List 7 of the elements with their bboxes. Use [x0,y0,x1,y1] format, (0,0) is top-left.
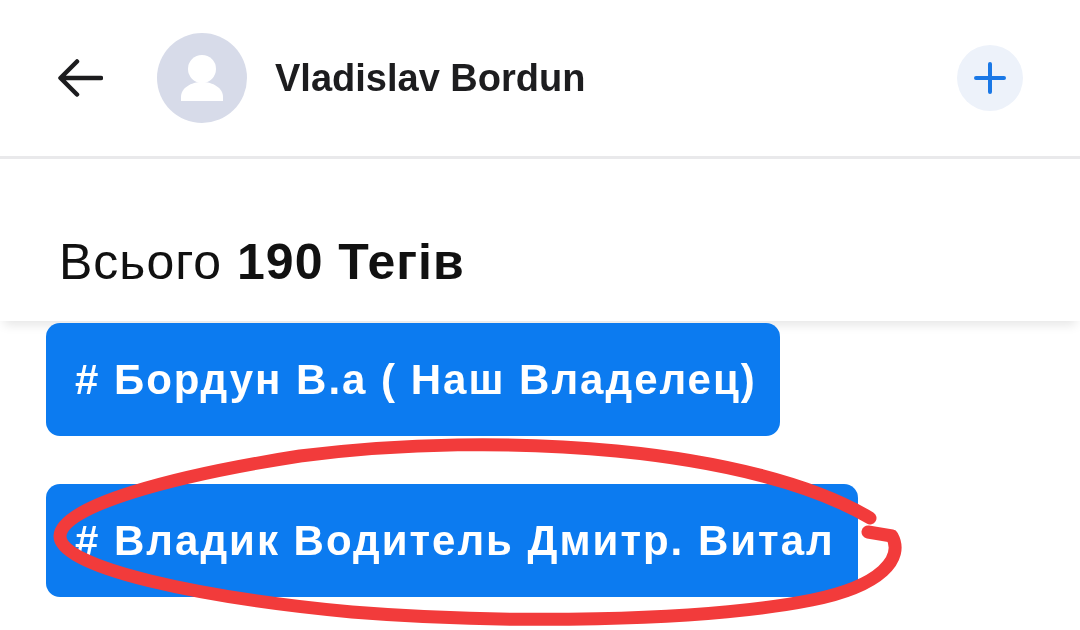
contact-name: Vladislav Bordun [275,56,586,100]
tag-chip[interactable]: # Бордун В.а ( Наш Владелец) [46,323,780,436]
tag-count-text: Всього 190 Тегів [59,234,465,290]
arrow-left-icon [57,59,103,97]
back-button[interactable] [57,58,103,98]
avatar-person-icon [157,33,247,123]
plus-icon [974,62,1006,94]
